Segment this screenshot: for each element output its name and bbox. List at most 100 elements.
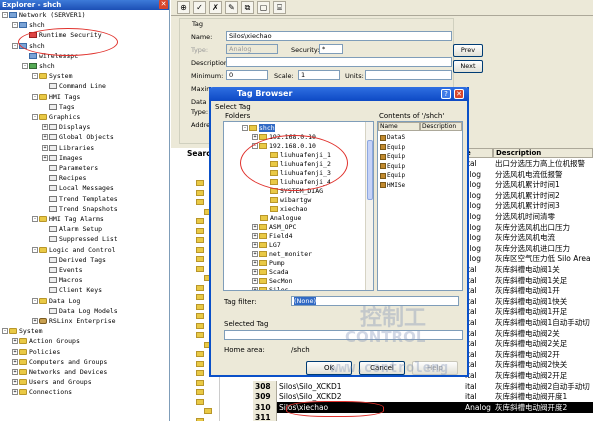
table-row[interactable]: 309 Silos\Silo_XCKD2 ital 灰库斜槽电动阀开度1 — [253, 391, 593, 403]
security-select[interactable]: * — [319, 44, 343, 54]
collapse-icon[interactable]: - — [32, 73, 38, 80]
explorer-item[interactable]: + Connections — [12, 388, 72, 397]
contents-list[interactable]: Name Description DataS Equip Equip Equip Equ… — [377, 121, 463, 291]
accept-icon[interactable]: ✓ — [193, 1, 206, 14]
description-field[interactable] — [226, 57, 452, 67]
explorer-item[interactable]: + Action Groups — [12, 337, 80, 346]
explorer-item[interactable]: - Graphics — [32, 113, 80, 122]
explorer-item[interactable]: - HMI Tags — [32, 93, 80, 102]
ok-button[interactable]: OK — [306, 361, 352, 375]
close-icon[interactable]: ✕ — [454, 89, 464, 99]
explorer-item[interactable]: Client Keys — [42, 286, 102, 295]
folder-tree-item[interactable]: + LG7 — [252, 241, 281, 250]
folder-tree-item[interactable]: + Scada — [252, 268, 289, 277]
explorer-item[interactable]: - System — [2, 327, 42, 336]
collapse-icon[interactable]: - — [32, 216, 38, 222]
folder-icon[interactable] — [196, 398, 204, 405]
folder-icon[interactable] — [196, 246, 204, 253]
collapse-icon[interactable]: - — [32, 114, 38, 120]
collapse-icon[interactable]: - — [2, 12, 8, 18]
expand-icon[interactable]: + — [252, 251, 258, 257]
expand-icon[interactable]: + — [252, 269, 258, 275]
scale-field[interactable]: 1 — [298, 70, 340, 80]
units-field[interactable] — [365, 70, 452, 80]
expand-icon[interactable]: + — [12, 358, 18, 365]
collapse-icon[interactable]: - — [22, 63, 28, 69]
type-select[interactable]: Analog — [226, 44, 278, 54]
expand-icon[interactable]: + — [252, 233, 258, 239]
folder-tree-item[interactable]: + ASM_OPC — [252, 223, 296, 232]
expand-icon[interactable]: + — [42, 154, 48, 161]
explorer-item[interactable]: - Data Log — [32, 297, 80, 306]
folder-icon[interactable] — [196, 360, 204, 367]
folder-icon[interactable] — [196, 370, 204, 376]
expand-icon[interactable]: + — [42, 134, 48, 141]
explorer-item[interactable]: + Computers and Groups — [12, 358, 107, 367]
expand-icon[interactable]: + — [252, 224, 258, 230]
explorer-item[interactable]: Parameters — [42, 164, 98, 173]
explorer-item[interactable]: Trend Templates — [42, 195, 118, 204]
folder-icon[interactable] — [196, 218, 204, 224]
folder-icon[interactable] — [196, 332, 204, 338]
folder-tree-item[interactable]: + Pump — [252, 259, 285, 268]
folder-icon[interactable] — [204, 408, 212, 414]
explorer-item[interactable]: Data Log Models — [42, 307, 118, 316]
folder-icon[interactable] — [196, 227, 204, 234]
explorer-item[interactable]: - HMI Tag Alarms — [32, 215, 104, 224]
selected-tag-field[interactable] — [224, 330, 463, 340]
expand-icon[interactable]: + — [252, 134, 258, 140]
folder-icon[interactable] — [196, 313, 204, 319]
explorer-item[interactable]: Events — [42, 266, 82, 275]
explorer-item[interactable]: + Networks and Devices — [12, 368, 107, 377]
discard-icon[interactable]: ✗ — [209, 1, 222, 14]
close-icon[interactable]: ✕ — [159, 0, 168, 9]
add-icon[interactable]: ⊕ — [177, 1, 190, 14]
folder-icon[interactable] — [196, 237, 204, 243]
explorer-item[interactable]: Local Messages — [42, 184, 114, 193]
folder-icon[interactable] — [196, 379, 204, 386]
collapse-icon[interactable]: - — [12, 22, 18, 29]
explorer-item[interactable]: + Global Objects — [42, 133, 114, 142]
expand-icon[interactable]: + — [42, 144, 48, 151]
explorer-item[interactable]: Trend Snapshots — [42, 205, 118, 214]
folder-tree-item[interactable]: xiechao — [262, 205, 307, 214]
explorer-item[interactable]: + Libraries — [42, 144, 94, 153]
help-button[interactable]: Help — [412, 361, 458, 375]
folders-scroll-thumb[interactable] — [367, 140, 373, 200]
explorer-item[interactable]: + Images — [42, 154, 82, 163]
folder-tree-item[interactable]: Analogue — [252, 214, 301, 223]
folder-tree-item[interactable]: + Field4 — [252, 232, 292, 241]
expand-icon[interactable]: + — [252, 260, 258, 266]
contents-item[interactable]: Equip — [380, 143, 405, 152]
expand-icon[interactable]: + — [32, 318, 38, 324]
frame-icon[interactable]: ▢ — [257, 1, 270, 14]
next-button[interactable]: Next — [453, 60, 483, 73]
contents-item[interactable]: Equip — [380, 171, 405, 180]
expand-icon[interactable]: + — [12, 338, 18, 345]
contents-item[interactable]: DataS — [380, 133, 405, 142]
edit-icon[interactable]: ✎ — [225, 1, 238, 14]
folder-tree-item[interactable]: + Silos — [252, 286, 289, 290]
folder-icon[interactable] — [196, 351, 204, 357]
expand-icon[interactable]: + — [252, 287, 258, 290]
explorer-item[interactable]: Command Line — [42, 82, 106, 91]
expand-icon[interactable]: + — [12, 369, 18, 375]
minimum-field[interactable]: 0 — [226, 70, 268, 80]
expand-icon[interactable]: + — [42, 124, 48, 131]
explorer-item[interactable]: + Policies — [12, 348, 60, 357]
explorer-item[interactable]: Recipes — [42, 174, 86, 183]
collapse-icon[interactable]: - — [32, 297, 38, 304]
folder-icon[interactable] — [196, 389, 204, 395]
explorer-item[interactable]: - shch — [12, 21, 45, 30]
folder-tree-item[interactable]: wibartgw — [262, 196, 311, 205]
folder-tree-item[interactable]: + SecMon — [252, 277, 292, 286]
explorer-item[interactable]: - System — [32, 72, 72, 81]
explorer-item[interactable]: - shch — [22, 62, 55, 71]
collapse-icon[interactable]: - — [32, 93, 38, 100]
cancel-button[interactable]: Cancel — [359, 361, 405, 375]
explorer-item[interactable]: Alarm Setup — [42, 225, 102, 234]
collapse-icon[interactable]: - — [2, 328, 8, 335]
explorer-item[interactable]: - Network (SERVER1) — [2, 11, 86, 20]
explorer-item[interactable]: Macros — [42, 276, 82, 285]
tag-filter-select[interactable]: (None) — [291, 296, 459, 306]
